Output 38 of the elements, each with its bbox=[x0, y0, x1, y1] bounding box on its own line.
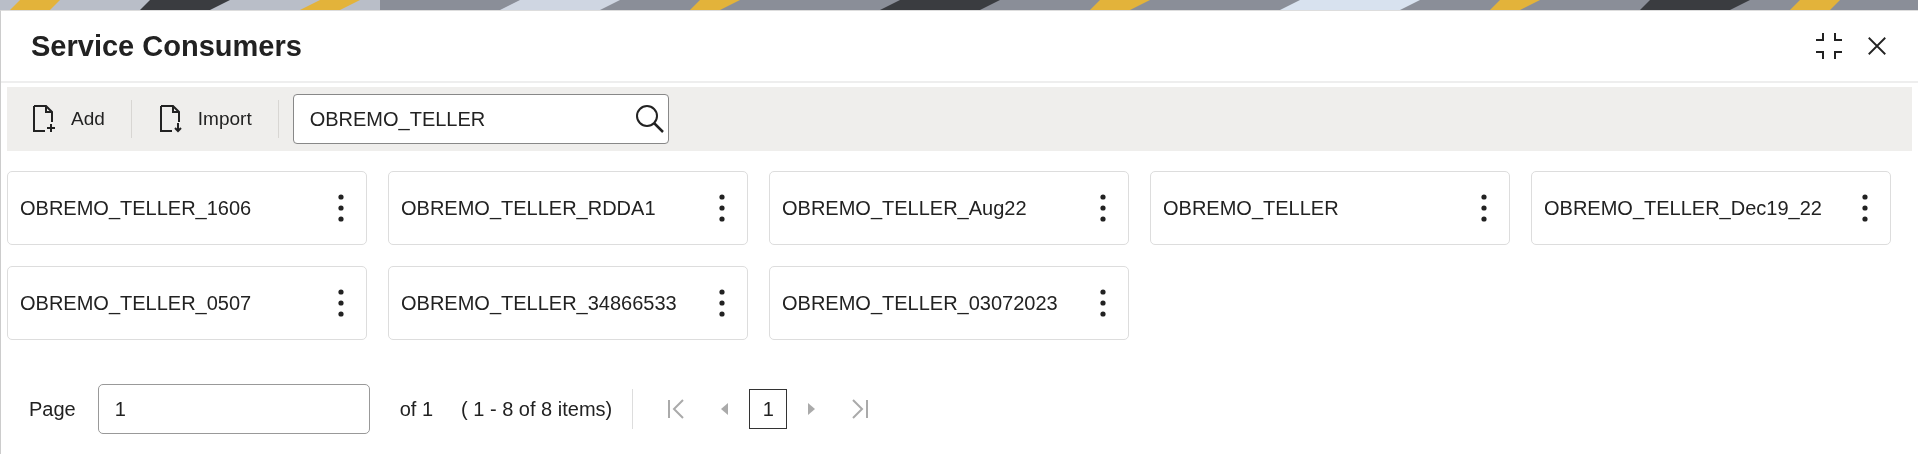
more-icon[interactable] bbox=[1100, 194, 1106, 222]
toolbar-button[interactable]: Add bbox=[19, 98, 117, 140]
page-label: Page bbox=[29, 397, 76, 421]
consumer-name: OBREMO_TELLER bbox=[1163, 196, 1339, 220]
document-arrow-icon bbox=[157, 104, 184, 134]
toolbar-button[interactable]: Import bbox=[145, 98, 264, 140]
consumer-card[interactable]: OBREMO_TELLER_Aug22 bbox=[769, 171, 1129, 245]
close-icon[interactable] bbox=[1866, 35, 1888, 57]
consumer-name: OBREMO_TELLER_Dec19_22 bbox=[1544, 196, 1822, 220]
consumer-name: OBREMO_TELLER_RDDA1 bbox=[401, 196, 656, 220]
search-field[interactable]: OBREMO_TELLER bbox=[292, 94, 669, 144]
search-icon[interactable] bbox=[634, 104, 665, 134]
consumer-name: OBREMO_TELLER_03072023 bbox=[782, 291, 1058, 315]
more-icon[interactable] bbox=[338, 194, 344, 222]
page-number[interactable]: 1 bbox=[749, 389, 788, 429]
more-icon[interactable] bbox=[1481, 194, 1487, 222]
more-icon[interactable] bbox=[719, 289, 725, 317]
collapse-icon[interactable] bbox=[1814, 31, 1844, 61]
more-icon[interactable] bbox=[338, 289, 344, 317]
consumer-card[interactable]: OBREMO_TELLER_1606 bbox=[7, 171, 367, 245]
more-icon[interactable] bbox=[1862, 194, 1868, 222]
consumer-card[interactable]: OBREMO_TELLER_03072023 bbox=[769, 266, 1129, 340]
consumer-card[interactable]: OBREMO_TELLER_Dec19_22 bbox=[1531, 171, 1891, 245]
consumer-card[interactable]: OBREMO_TELLER_0507 bbox=[7, 266, 367, 340]
more-icon[interactable] bbox=[719, 194, 725, 222]
consumer-name: OBREMO_TELLER_Aug22 bbox=[782, 196, 1027, 220]
consumer-card[interactable]: OBREMO_TELLER_RDDA1 bbox=[388, 171, 748, 245]
consumer-name: OBREMO_TELLER_0507 bbox=[20, 291, 252, 315]
document-plus-icon bbox=[31, 104, 57, 134]
page-input[interactable]: 1 bbox=[97, 384, 370, 434]
consumer-name: OBREMO_TELLER_1606 bbox=[20, 196, 252, 220]
page-count: of 1 bbox=[399, 397, 434, 421]
consumer-card[interactable]: OBREMO_TELLER_34866533 bbox=[388, 266, 748, 340]
item-range: ( 1 - 8 of 8 items) bbox=[461, 397, 613, 421]
consumer-name: OBREMO_TELLER_34866533 bbox=[401, 291, 677, 315]
more-icon[interactable] bbox=[1100, 289, 1106, 317]
dialog-title: Service Consumers bbox=[31, 29, 302, 63]
consumer-card[interactable]: OBREMO_TELLER bbox=[1150, 171, 1510, 245]
